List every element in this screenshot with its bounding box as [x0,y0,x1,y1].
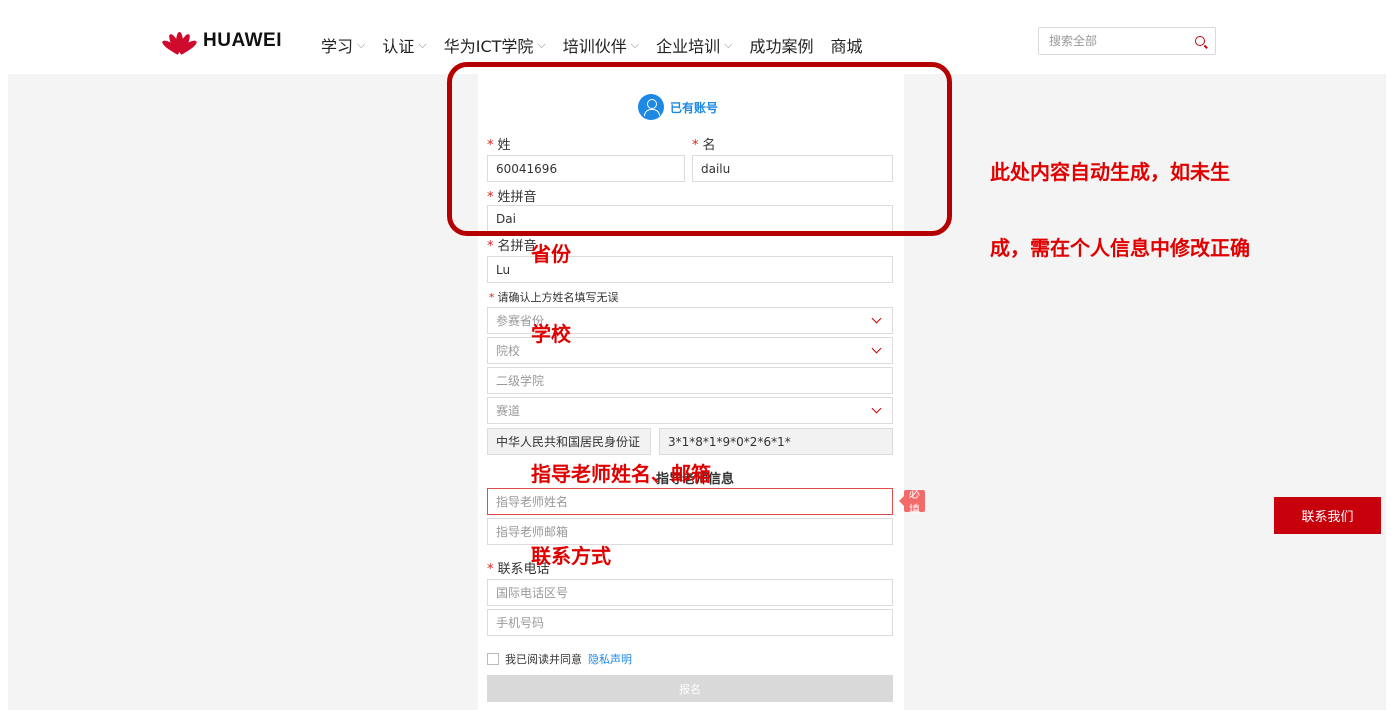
huawei-logo[interactable]: HUAWEI [160,30,282,55]
required-mark: * [487,562,494,577]
chevron-down-icon: ⌵ [418,38,427,51]
annotation-auto-line1: 此处内容自动生成，如未生 [990,160,1230,184]
nav-label: 学习 [321,37,354,56]
search-box[interactable] [1038,27,1216,55]
college-input[interactable]: 二级学院 [487,367,893,394]
agree-text: 我已阅读并同意 [505,653,582,666]
nav-item-success-cases[interactable]: 成功案例 [749,33,813,57]
track-select[interactable]: 赛道 [487,397,893,424]
nav-item-enterprise-training[interactable]: 企业培训 ⌵ [656,33,732,57]
chevron-down-icon: ⌵ [537,38,546,51]
huawei-petal-icon [160,30,199,55]
submit-button[interactable]: 报名 [487,675,893,702]
id-type-field: 中华人民共和国居民身份证 [487,428,651,455]
teacher-name-placeholder: 指导老师姓名 [496,495,569,509]
annotation-province: 省份 [531,242,571,266]
nav-label: 认证 [382,37,415,56]
annotation-school: 学校 [531,322,571,346]
annotation-auto-line2: 成，需在个人信息中修改正确 [990,236,1250,260]
chevron-down-icon [871,343,882,354]
main-nav: 学习 ⌵ 认证 ⌵ 华为ICT学院 ⌵ 培训伙伴 ⌵ 企业培训 ⌵ 成功案例 商城 [321,33,879,57]
mobile-placeholder: 手机号码 [496,616,545,630]
area-code-placeholder: 国际电话区号 [496,586,569,600]
chevron-down-icon [871,403,882,414]
chevron-down-icon: ⌵ [724,38,733,51]
nav-item-ict-academy[interactable]: 华为ICT学院 ⌵ [444,33,546,57]
logo-text: HUAWEI [203,30,282,51]
mobile-input[interactable]: 手机号码 [487,609,893,636]
teacher-email-placeholder: 指导老师邮箱 [496,525,569,539]
chevron-down-icon [871,313,882,324]
track-placeholder: 赛道 [496,404,521,418]
confirm-name-note: * 请确认上方姓名填写无误 [489,289,619,305]
required-mark: * [487,239,494,254]
id-number-value: 3*1*8*1*9*0*2*6*1* [668,434,791,449]
search-icon[interactable] [1195,36,1205,46]
required-tooltip: 必填 [899,487,925,516]
agree-checkbox[interactable] [487,653,499,665]
annotation-teacher: 指导老师姓名、邮箱 [531,462,711,486]
chevron-down-icon: ⌵ [630,38,640,51]
auto-generated-highlight [447,62,952,236]
nav-label: 成功案例 [749,37,814,56]
search-input[interactable] [1049,34,1179,48]
id-type-value: 中华人民共和国居民身份证 [496,435,641,449]
agree-row: 我已阅读并同意 隐私声明 [487,651,632,667]
nav-item-certification[interactable]: 认证 ⌵ [382,33,426,57]
confirm-name-note-text: 请确认上方姓名填写无误 [497,291,619,304]
teacher-name-input[interactable]: 指导老师姓名 [487,488,893,515]
given-pinyin-label: * 名拼音 [487,235,537,254]
annotation-contact: 联系方式 [531,544,611,568]
privacy-link[interactable]: 隐私声明 [588,651,632,667]
given-pinyin-value: Lu [496,262,511,277]
area-code-input[interactable]: 国际电话区号 [487,579,893,606]
nav-label: 培训伙伴 [562,37,627,56]
chevron-down-icon: ⌵ [357,38,366,51]
nav-item-training-partners[interactable]: 培训伙伴 ⌵ [563,33,639,57]
school-placeholder: 院校 [496,344,521,358]
required-mark: * [489,291,495,304]
contact-us-button[interactable]: 联系我们 [1274,497,1381,534]
college-placeholder: 二级学院 [496,374,545,388]
nav-label: 商城 [830,37,863,56]
id-number-field: 3*1*8*1*9*0*2*6*1* [659,428,893,455]
nav-item-learning[interactable]: 学习 ⌵ [321,33,365,57]
nav-label: 华为ICT学院 [443,37,534,56]
nav-item-mall[interactable]: 商城 [830,33,862,57]
nav-label: 企业培训 [656,37,721,56]
